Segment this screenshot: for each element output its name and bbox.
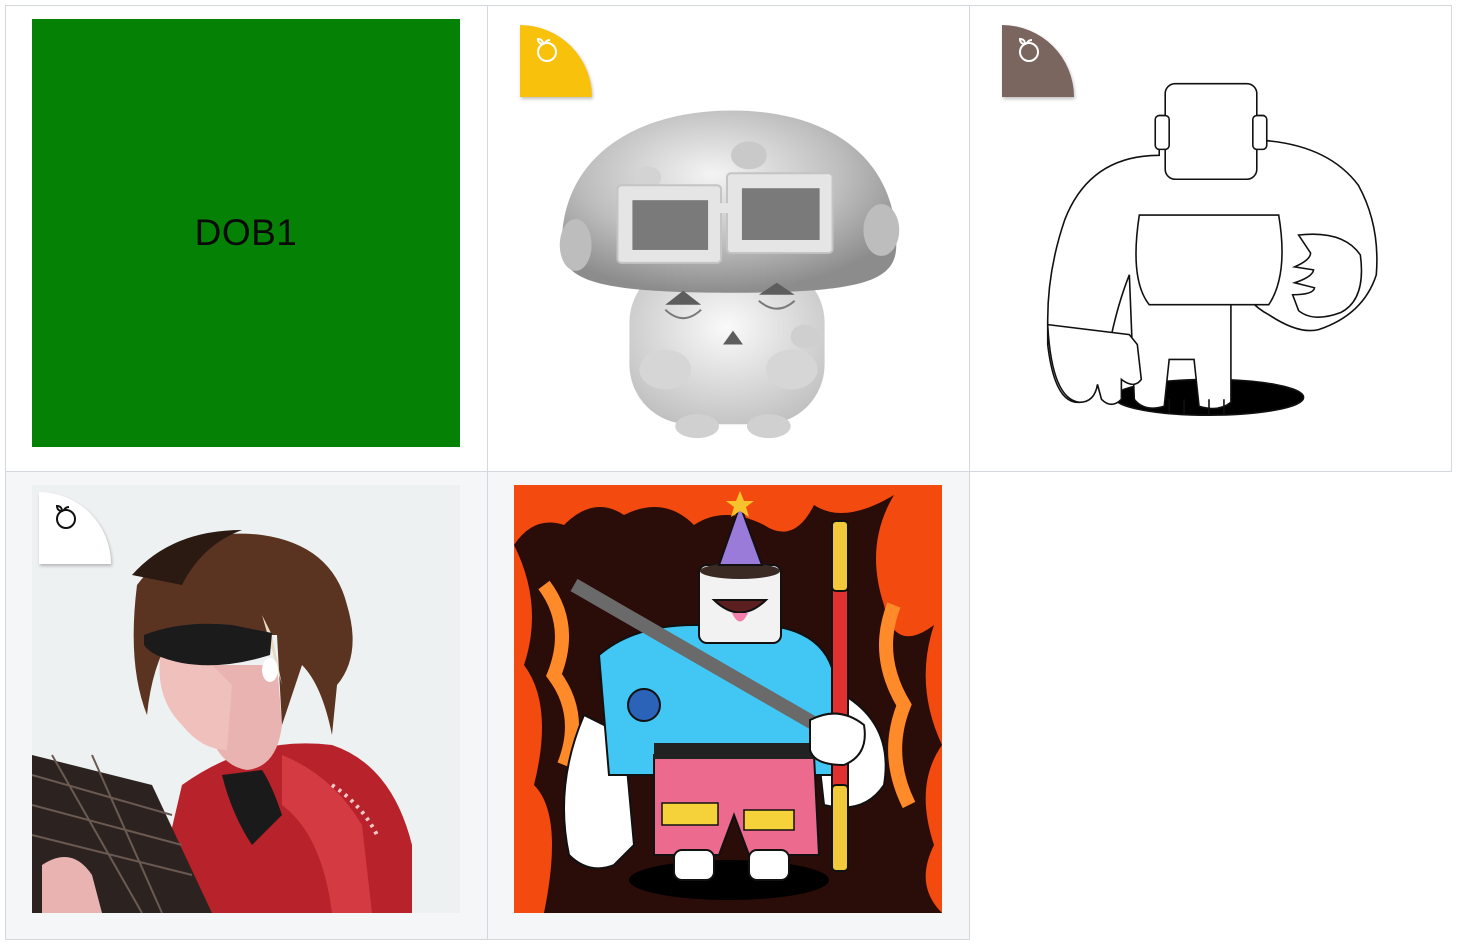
cartoon-with-staff-image[interactable] <box>514 485 942 913</box>
fruit-icon <box>536 37 557 62</box>
grid-item-5[interactable] <box>487 471 970 940</box>
fruit-icon <box>1018 37 1039 62</box>
grid-item-4[interactable] <box>5 471 488 940</box>
man-with-fan-image[interactable] <box>32 485 460 913</box>
grid-item-3[interactable] <box>969 5 1452 472</box>
grid-item-1[interactable]: DOB1 <box>5 5 488 472</box>
nft-grid: DOB1 <box>5 5 1452 940</box>
grid-item-2[interactable] <box>487 5 970 472</box>
fruit-icon <box>55 504 76 529</box>
dob-image[interactable]: DOB1 <box>32 19 460 447</box>
dob-label: DOB1 <box>194 212 298 253</box>
